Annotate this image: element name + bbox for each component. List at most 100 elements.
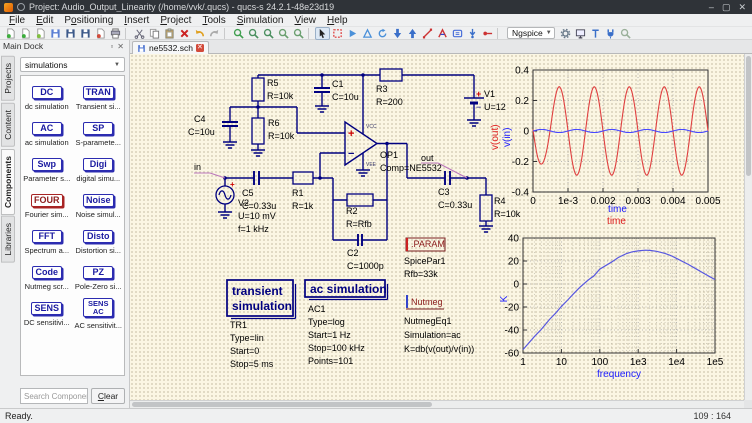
insert-label-icon[interactable] <box>435 27 450 40</box>
frequency-response-plot[interactable]: 40 20 0 -20 -40 -601 10 100 1e3 1e4 1e5 frequency K <box>499 234 724 381</box>
component-icon[interactable]: FOUR <box>31 194 63 207</box>
component-icon[interactable]: Code <box>31 266 62 279</box>
component-icon[interactable]: Disto <box>83 230 114 243</box>
probe-icon[interactable] <box>588 27 603 40</box>
component-icon[interactable]: Digi <box>83 158 114 171</box>
zoom-selection-icon[interactable] <box>291 27 306 40</box>
save-all-icon[interactable] <box>78 27 93 40</box>
component-item-parameter-s[interactable]: Swp Parameter s... <box>21 154 73 187</box>
redo-icon[interactable] <box>207 27 222 40</box>
component-item-ac-sensitivit[interactable]: SENS AC AC sensitivit... <box>73 298 125 331</box>
menu-tools[interactable]: Tools <box>197 15 230 26</box>
component-icon[interactable]: DC <box>31 86 62 99</box>
menu-edit[interactable]: Edit <box>31 15 58 26</box>
menu-insert[interactable]: Insert <box>119 15 154 26</box>
insert-port-icon[interactable] <box>465 27 480 40</box>
component-icon[interactable]: SENS AC <box>83 298 114 317</box>
component-item-digital-simu[interactable]: Digi digital simu... <box>73 154 125 187</box>
clear-search-button[interactable]: Clear <box>91 388 125 404</box>
component-item-dc-sensitivi[interactable]: SENS DC sensitivi... <box>21 298 73 331</box>
time-domain-plot[interactable]: 0.40.20-0.2-0.40 1e-3 0.002 0.003 0.004 0.005… <box>490 66 721 228</box>
save-as-icon[interactable] <box>63 27 78 40</box>
component-item-fourier-sim[interactable]: FOUR Fourier sim... <box>21 190 73 223</box>
minimize-button[interactable]: – <box>709 2 714 12</box>
component-icon[interactable]: TRAN <box>82 86 114 99</box>
zoom-data-icon[interactable] <box>618 27 633 40</box>
dock-close-button[interactable]: ✕ <box>115 42 126 51</box>
delete-icon[interactable] <box>177 27 192 40</box>
vertical-scrollbar[interactable] <box>744 54 752 408</box>
menu-project[interactable]: Project <box>155 15 196 26</box>
component-icon[interactable]: SENS <box>31 302 62 315</box>
component-item-dc-simulation[interactable]: DC dc simulation <box>21 82 73 115</box>
tab-ne5532-sch[interactable]: ne5532.sch ✕ <box>132 41 209 54</box>
simulate-icon[interactable] <box>603 27 618 40</box>
maximize-button[interactable]: ▢ <box>722 2 731 12</box>
undo-icon[interactable] <box>192 27 207 40</box>
component-item-ac-simulation[interactable]: AC ac simulation <box>21 118 73 151</box>
move-down-icon[interactable] <box>390 27 405 40</box>
dock-tab-projects[interactable]: Projects <box>1 56 15 101</box>
component-icon[interactable]: Noise <box>82 194 114 207</box>
tab-close-icon[interactable]: ✕ <box>195 44 204 52</box>
rotate-icon[interactable] <box>375 27 390 40</box>
new-schematic-icon[interactable] <box>3 27 18 40</box>
component-icon[interactable]: FFT <box>31 230 62 243</box>
select-pointer-icon[interactable] <box>315 26 330 40</box>
svg-text:v(in): v(in) <box>502 128 513 147</box>
insert-wire-icon[interactable] <box>420 27 435 40</box>
save-document-icon[interactable] <box>48 27 63 40</box>
schematic-canvas[interactable]: + R5 R=10k C1 C=10u R3 R=200 + V1 − U=12… <box>130 54 744 400</box>
cut-icon[interactable] <box>132 27 147 40</box>
simulation-settings-icon[interactable] <box>558 27 573 40</box>
component-item-nutmeg-scr[interactable]: Code Nutmeg scr... <box>21 262 73 295</box>
component-icon[interactable]: PZ <box>83 266 114 279</box>
document-area: ne5532.sch ✕ + R5 R=10k C1 C=10u R3 R=20… <box>130 40 752 408</box>
paste-icon[interactable] <box>162 27 177 40</box>
menu-positioning[interactable]: Positioning <box>59 15 118 26</box>
component-icon[interactable]: Swp <box>31 158 62 171</box>
dock-tab-libraries[interactable]: Libraries <box>1 216 15 264</box>
component-item-s-paramete[interactable]: SP S-paramete... <box>73 118 125 151</box>
search-components-input[interactable]: Search Components <box>20 388 88 404</box>
insert-ground-icon[interactable] <box>480 27 495 40</box>
dock-tab-content[interactable]: Content <box>1 102 15 147</box>
zoom-reset-icon[interactable] <box>246 27 261 40</box>
new-text-document-icon[interactable] <box>18 27 33 40</box>
dock-tab-components[interactable]: Components <box>1 148 15 215</box>
menu-help[interactable]: Help <box>322 15 353 26</box>
close-button[interactable]: ✕ <box>738 2 746 12</box>
component-item-distortion-si[interactable]: Disto Distortion si... <box>73 226 125 259</box>
svg-text:0.4: 0.4 <box>515 66 529 77</box>
component-category-select[interactable]: simulations ▼ <box>20 57 125 72</box>
component-icon[interactable]: AC <box>31 122 62 135</box>
insert-equation-icon[interactable] <box>450 27 465 40</box>
zoom-out-icon[interactable] <box>276 27 291 40</box>
print-icon[interactable] <box>108 27 123 40</box>
zoom-fit-icon[interactable] <box>261 27 276 40</box>
horizontal-scrollbar[interactable] <box>130 400 744 408</box>
mirror-y-icon[interactable] <box>360 27 375 40</box>
zoom-in-icon[interactable] <box>231 27 246 40</box>
titlebar[interactable]: Project: Audio_Output_Linearity (/home/v… <box>0 0 752 14</box>
mirror-x-icon[interactable] <box>345 27 360 40</box>
component-icon[interactable]: SP <box>83 122 114 135</box>
component-item-spectrum-a[interactable]: FFT Spectrum a... <box>21 226 73 259</box>
chevron-down-icon: ▼ <box>545 30 552 36</box>
menu-file[interactable]: File <box>4 15 30 26</box>
data-display-icon[interactable] <box>573 27 588 40</box>
move-up-icon[interactable] <box>405 27 420 40</box>
simulator-select[interactable]: Ngspice ▼ <box>507 27 555 39</box>
component-item-pole-zero-si[interactable]: PZ Pole-Zero si... <box>73 262 125 295</box>
vertical-scrollbar-thumb[interactable] <box>746 56 751 176</box>
component-item-transient-si[interactable]: TRAN Transient si... <box>73 82 125 115</box>
component-item-noise-simul[interactable]: Noise Noise simul... <box>73 190 125 223</box>
menu-simulation[interactable]: Simulation <box>232 15 289 26</box>
close-document-icon[interactable] <box>93 27 108 40</box>
dock-float-button[interactable]: ▫ <box>108 42 115 51</box>
open-document-icon[interactable] <box>33 27 48 40</box>
horizontal-scrollbar-thumb[interactable] <box>132 402 432 407</box>
copy-icon[interactable] <box>147 27 162 40</box>
select-region-icon[interactable] <box>330 27 345 40</box>
menu-view[interactable]: View <box>290 15 322 26</box>
